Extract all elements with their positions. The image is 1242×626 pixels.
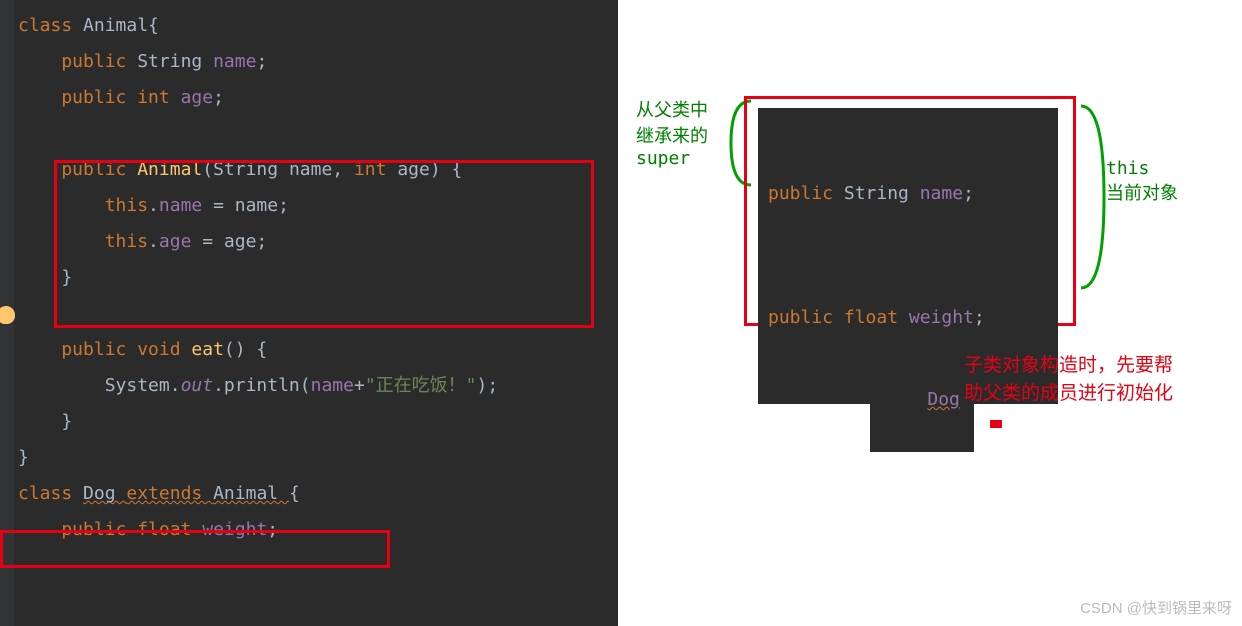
string-literal: "正在吃饭！": [365, 375, 477, 396]
assign: = age;: [202, 231, 267, 252]
code-line: [0, 296, 618, 332]
close: );: [477, 375, 499, 396]
field-age: age: [159, 231, 202, 252]
code-line: class Animal{: [0, 8, 618, 44]
text: 继承来的: [636, 122, 708, 148]
kw-public-float: public float: [18, 519, 202, 540]
param: (String name,: [202, 159, 354, 180]
kw-public: public: [18, 51, 137, 72]
code-line: public int age;: [0, 80, 618, 116]
kw-this: this: [18, 231, 148, 252]
code-line: this.name = name;: [0, 188, 618, 224]
snippet-dog: Dog: [870, 348, 974, 452]
kw-public-void: public void: [18, 339, 191, 360]
kw: public float: [768, 307, 909, 328]
method-eat: eat: [191, 339, 224, 360]
class-name: Animal{: [83, 15, 159, 36]
code-line: public String name;: [0, 44, 618, 80]
bracket-right-icon: [1076, 102, 1110, 292]
code-line: public Animal(String name, int age) {: [0, 152, 618, 188]
dog-label: Dog: [927, 389, 960, 410]
class-dog: Dog: [83, 483, 126, 504]
annotation-from-parent: 从父类中 继承来的 super: [636, 96, 708, 169]
type-string: String: [137, 51, 213, 72]
brace-close: }: [18, 447, 29, 468]
field-name: name: [213, 51, 256, 72]
annotation-this: this 当前对象: [1106, 158, 1178, 205]
constructor-name: Animal: [137, 159, 202, 180]
code-line: [0, 116, 618, 152]
kw-int: int: [354, 159, 397, 180]
field: name: [920, 183, 963, 204]
type: String: [844, 183, 920, 204]
text: 从父类中: [636, 96, 708, 122]
field-ref: name: [311, 375, 354, 396]
lightbulb-icon[interactable]: [0, 306, 15, 324]
dot: .: [148, 195, 159, 216]
red-mark: [990, 420, 1002, 428]
assign: = name;: [213, 195, 289, 216]
out: out: [181, 375, 214, 396]
code-line: }: [0, 440, 618, 476]
kw-public-int: public int: [18, 87, 181, 108]
system: System.: [18, 375, 181, 396]
code-line: System.out.println(name+"正在吃饭！");: [0, 368, 618, 404]
text: 当前对象: [1106, 179, 1178, 205]
annotation-note: 子类对象构造时，先要帮 助父类的成员进行初始化: [964, 352, 1173, 408]
text: 助父类的成员进行初始化: [964, 380, 1173, 408]
kw-class: class: [18, 483, 83, 504]
annotation-pane: 从父类中 继承来的 super public String name; publ…: [618, 0, 1242, 626]
brace-close: }: [18, 267, 72, 288]
plus: +: [354, 375, 365, 396]
code-line: this.age = age;: [0, 224, 618, 260]
code-line: }: [0, 404, 618, 440]
field-name: name: [159, 195, 213, 216]
brace-open: {: [289, 483, 300, 504]
parens: () {: [224, 339, 267, 360]
semi: ;: [963, 183, 974, 204]
code-line: public float weight;: [0, 512, 618, 548]
kw-class: class: [18, 15, 83, 36]
super-class: Animal: [213, 483, 289, 504]
semicolon: ;: [213, 87, 224, 108]
semi: ;: [974, 307, 985, 328]
field: weight: [909, 307, 974, 328]
semicolon: ;: [267, 519, 278, 540]
code-line: class Dog extends Animal {: [0, 476, 618, 512]
kw-extends: extends: [126, 483, 213, 504]
code-line: }: [0, 260, 618, 296]
dot: .: [148, 231, 159, 252]
semicolon: ;: [256, 51, 267, 72]
this-label: this: [1106, 158, 1178, 179]
field-age: age: [181, 87, 214, 108]
kw-this: this: [18, 195, 148, 216]
code-line: public void eat() {: [0, 332, 618, 368]
super-label: super: [636, 148, 708, 169]
println: .println(: [213, 375, 311, 396]
watermark: CSDN @快到锅里来呀: [1080, 597, 1232, 618]
param-end: age) {: [397, 159, 462, 180]
code-editor[interactable]: class Animal{ public String name; public…: [0, 0, 618, 626]
brace-close: }: [18, 411, 72, 432]
kw-public: public: [18, 159, 137, 180]
kw: public: [768, 183, 844, 204]
field-weight: weight: [202, 519, 267, 540]
text: 子类对象构造时，先要帮: [964, 352, 1173, 380]
